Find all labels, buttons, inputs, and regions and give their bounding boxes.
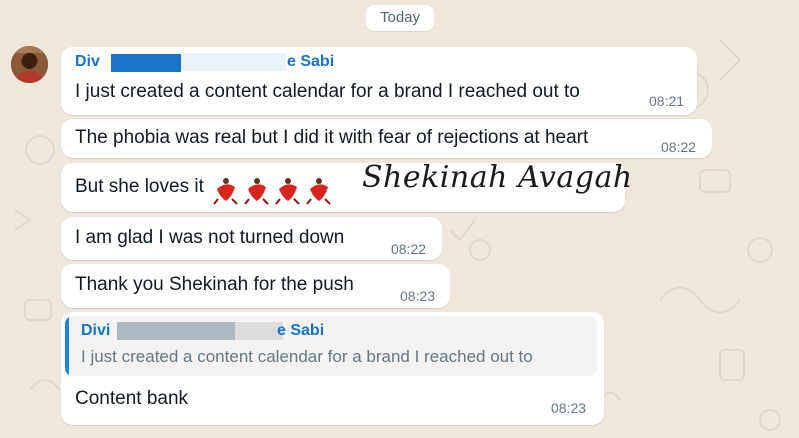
message-text: Content bank — [75, 388, 189, 409]
message-text: I just created a content calendar for a … — [75, 81, 580, 102]
message-bubble-5[interactable]: Thank you Shekinah for the push 08:23 — [61, 264, 450, 308]
dancer-emoji — [213, 178, 238, 205]
quote-accent-bar — [65, 316, 69, 376]
date-separator: Today — [366, 5, 434, 31]
message-time: 08:22 — [391, 241, 427, 257]
message-bubble-4[interactable]: I am glad I was not turned down 08:22 — [61, 217, 442, 260]
message-time: 08:23 — [551, 400, 587, 416]
dancer-emoji-row — [212, 175, 340, 205]
message-text: But she loves it — [75, 176, 204, 197]
message-bubble-2[interactable]: The phobia was real but I did it with fe… — [61, 119, 712, 158]
reply-message-bubble[interactable]: Divi e Sabi I just created a content cal… — [61, 312, 604, 425]
message-time: 08:22 — [661, 139, 697, 155]
redacted-name-block — [117, 322, 235, 340]
message-text: The phobia was real but I did it with fe… — [75, 127, 589, 148]
dancer-emoji — [275, 178, 300, 205]
message-bubble-1[interactable]: Div e Sabi I just created a content cale… — [61, 47, 697, 115]
signature-overlay: Shekinah Avagah — [362, 160, 633, 195]
quoted-message[interactable]: Divi e Sabi I just created a content cal… — [65, 316, 597, 376]
sender-name[interactable]: Div — [75, 53, 100, 73]
sender-name-end: e Sabi — [287, 53, 335, 70]
message-time: 08:23 — [400, 288, 436, 304]
message-text: I am glad I was not turned down — [75, 227, 345, 248]
contact-avatar[interactable] — [11, 46, 48, 83]
message-time: 08:21 — [649, 93, 685, 109]
quoted-sender-name-end: e Sabi — [277, 322, 325, 339]
redacted-name-block — [235, 322, 283, 340]
quoted-sender-name: Divi — [81, 322, 111, 339]
message-text: Thank you Shekinah for the push — [75, 274, 354, 295]
dancer-emoji — [244, 178, 269, 205]
dancer-emoji — [306, 178, 331, 205]
quoted-text: I just created a content calendar for a … — [81, 347, 533, 366]
redacted-name-block — [181, 53, 286, 71]
redacted-name-block — [111, 54, 181, 72]
